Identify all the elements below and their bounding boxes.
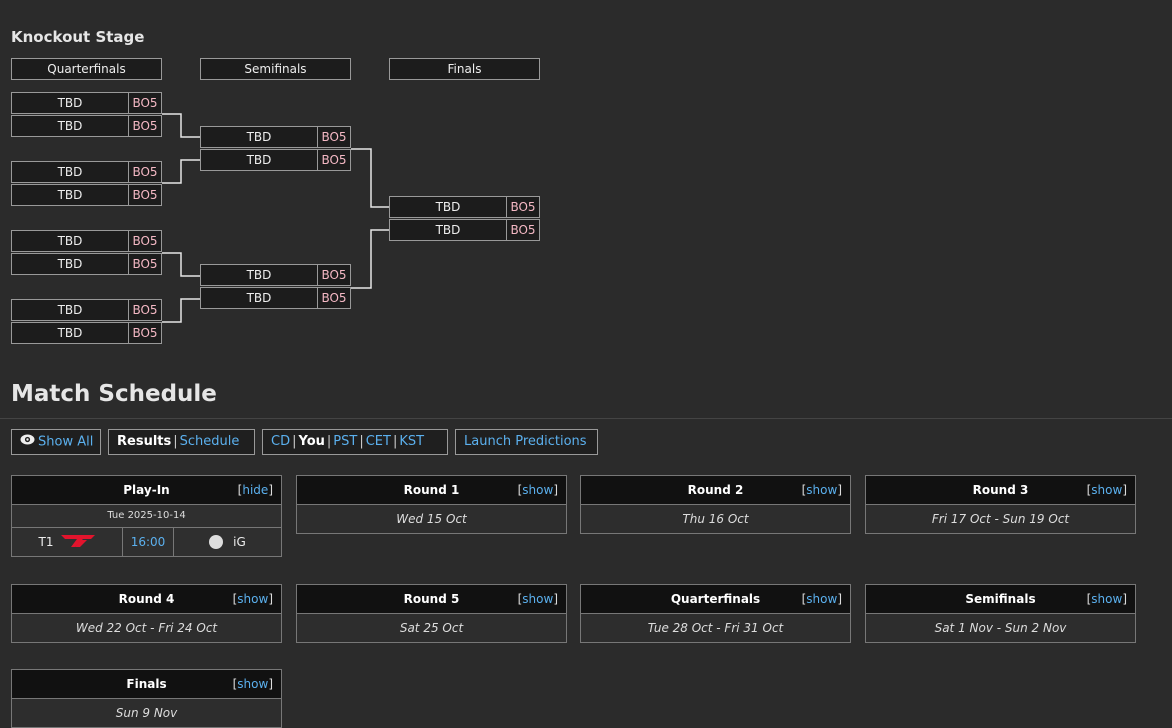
tz-cd[interactable]: CD <box>271 434 290 449</box>
card-toggle[interactable]: [show] <box>1087 476 1127 504</box>
bracket-qf-slot: TBD BO5 <box>11 299 162 321</box>
schedule-card-round-5: Round 5 [show] Sat 25 Oct <box>296 584 567 643</box>
schedule-card-round-2: Round 2 [show] Thu 16 Oct <box>580 475 851 534</box>
card-dates: Sat 1 Nov - Sun 2 Nov <box>866 614 1135 642</box>
schedule-tab[interactable]: Schedule <box>180 434 240 449</box>
launch-predictions-label: Launch Predictions <box>464 434 587 449</box>
tz-you[interactable]: You <box>298 434 324 449</box>
card-toggle[interactable]: [hide] <box>238 476 273 504</box>
card-toggle[interactable]: [show] <box>518 585 558 613</box>
bracket-final-slot: TBD BO5 <box>389 196 540 218</box>
show-all-label: Show All <box>38 434 94 450</box>
card-title: Play-In <box>123 483 170 497</box>
card-title: Round 2 <box>687 483 744 497</box>
card-title: Quarterfinals <box>670 592 761 606</box>
card-toggle[interactable]: [show] <box>802 585 842 613</box>
bracket-final-slot: TBD BO5 <box>389 219 540 241</box>
stage-header-quarterfinals: Quarterfinals <box>11 58 162 80</box>
bracket-sf-slot: TBD BO5 <box>200 126 351 148</box>
tz-kst[interactable]: KST <box>399 434 424 449</box>
schedule-card-round-4: Round 4 [show] Wed 22 Oct - Fri 24 Oct <box>11 584 282 643</box>
match-date: Tue 2025-10-14 <box>12 505 281 528</box>
bracket-qf-slot: TBD BO5 <box>11 253 162 275</box>
schedule-card-play-in: Play-In [hide] Tue 2025-10-14 T1 16:00 iG <box>11 475 282 557</box>
timezone-toggle: CD | You | PST | CET | KST <box>262 429 448 455</box>
card-toggle[interactable]: [show] <box>802 476 842 504</box>
card-dates: Sun 9 Nov <box>12 699 281 727</box>
bracket-sf-slot: TBD BO5 <box>200 287 351 309</box>
card-title: Finals <box>126 677 167 691</box>
card-dates: Wed 15 Oct <box>297 505 566 533</box>
card-title: Round 1 <box>403 483 460 497</box>
bracket-qf-slot: TBD BO5 <box>11 184 162 206</box>
bracket-qf-slot: TBD BO5 <box>11 161 162 183</box>
card-toggle[interactable]: [show] <box>233 585 273 613</box>
knockout-stage-title: Knockout Stage <box>11 28 145 46</box>
schedule-card-finals: Finals [show] Sun 9 Nov <box>11 669 282 728</box>
schedule-card-semifinals: Semifinals [show] Sat 1 Nov - Sun 2 Nov <box>865 584 1136 643</box>
card-title: Semifinals <box>965 592 1036 606</box>
card-dates: Sat 25 Oct <box>297 614 566 642</box>
schedule-card-quarterfinals: Quarterfinals [show] Tue 28 Oct - Fri 31 … <box>580 584 851 643</box>
separator: | <box>173 434 178 449</box>
tz-cet[interactable]: CET <box>366 434 391 449</box>
stage-header-finals: Finals <box>389 58 540 80</box>
stage-header-semifinals: Semifinals <box>200 58 351 80</box>
divider <box>0 418 1172 419</box>
team2-name: iG <box>233 535 246 549</box>
bracket-qf-slot: TBD BO5 <box>11 230 162 252</box>
card-dates: Wed 22 Oct - Fri 24 Oct <box>12 614 281 642</box>
tz-pst[interactable]: PST <box>333 434 357 449</box>
eye-icon <box>20 430 35 454</box>
card-toggle[interactable]: [show] <box>1087 585 1127 613</box>
separator: | <box>359 434 364 449</box>
team1-name: T1 <box>38 535 54 549</box>
ig-logo-icon <box>209 535 224 549</box>
schedule-card-round-3: Round 3 [show] Fri 17 Oct - Sun 19 Oct <box>865 475 1136 534</box>
card-dates: Tue 28 Oct - Fri 31 Oct <box>581 614 850 642</box>
show-all-button[interactable]: Show All <box>11 429 101 455</box>
bracket-qf-slot: TBD BO5 <box>11 92 162 114</box>
match-time: 16:00 <box>123 528 174 556</box>
bracket-qf-slot: TBD BO5 <box>11 115 162 137</box>
results-tab[interactable]: Results <box>117 434 171 449</box>
card-toggle[interactable]: [show] <box>518 476 558 504</box>
bracket-qf-slot: TBD BO5 <box>11 322 162 344</box>
card-dates: Fri 17 Oct - Sun 19 Oct <box>866 505 1135 533</box>
t1-logo-icon <box>61 534 96 551</box>
bracket-sf-slot: TBD BO5 <box>200 264 351 286</box>
card-title: Round 5 <box>403 592 460 606</box>
match-schedule-title: Match Schedule <box>11 381 217 407</box>
card-dates: Thu 16 Oct <box>581 505 850 533</box>
launch-predictions-button[interactable]: Launch Predictions <box>455 429 598 455</box>
match-row[interactable]: T1 16:00 iG <box>12 528 281 556</box>
bracket-sf-slot: TBD BO5 <box>200 149 351 171</box>
schedule-card-round-1: Round 1 [show] Wed 15 Oct <box>296 475 567 534</box>
results-schedule-toggle: Results | Schedule <box>108 429 255 455</box>
card-title: Round 4 <box>118 592 175 606</box>
card-title: Round 3 <box>972 483 1029 497</box>
card-toggle[interactable]: [show] <box>233 670 273 698</box>
